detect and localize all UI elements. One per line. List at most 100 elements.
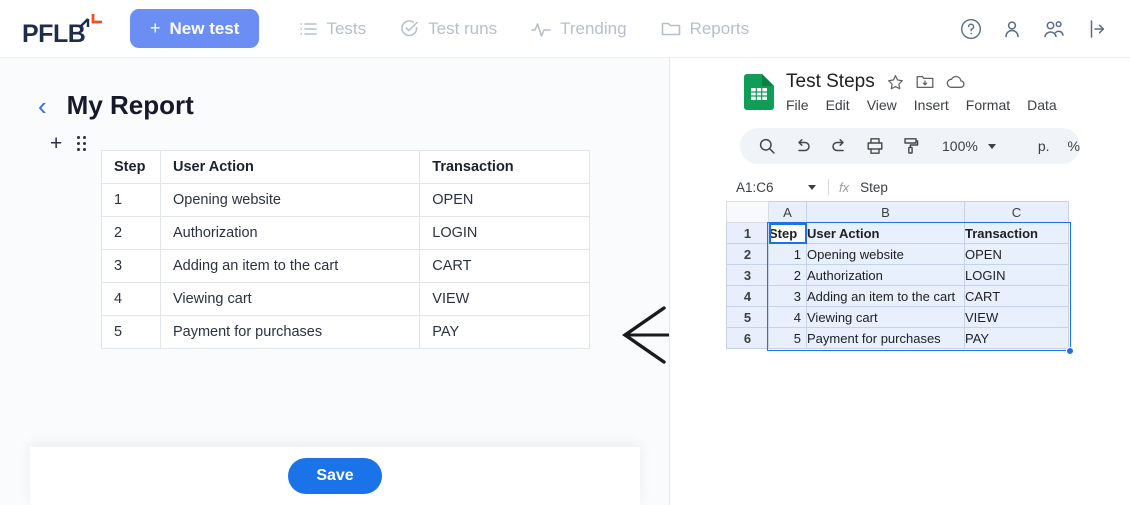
save-button[interactable]: Save [288,458,382,494]
cell-step: 3 [102,250,161,283]
currency-format-button[interactable]: p. [1038,138,1050,154]
nav-item-trending[interactable]: Trending [531,19,626,39]
redo-icon[interactable] [830,137,848,155]
grid-cell-c6[interactable]: PAY [965,328,1069,349]
pulse-icon [531,20,551,38]
percent-format-button[interactable]: % [1068,138,1080,154]
nav-label: Test runs [428,19,497,39]
fx-icon: fx [839,180,849,195]
grid-cell-a6[interactable]: 5 [769,328,807,349]
formula-bar-separator [828,179,829,195]
menu-edit[interactable]: Edit [826,97,850,113]
zoom-level: 100% [942,138,978,154]
grid-cell-a2[interactable]: 1 [769,244,807,265]
folder-icon [661,20,681,38]
grid-column-header-row: A B C [727,202,1069,223]
undo-icon[interactable] [794,137,812,155]
menu-format[interactable]: Format [966,97,1010,113]
grid-row: 4 3 Adding an item to the cart CART [727,286,1069,307]
cell-transaction: VIEW [420,283,590,316]
grid-cell-a5[interactable]: 4 [769,307,807,328]
grid-cell-c3[interactable]: LOGIN [965,265,1069,286]
table-row[interactable]: 5 Payment for purchases PAY [102,316,590,349]
help-icon[interactable] [960,18,982,40]
users-icon[interactable] [1042,18,1066,40]
cell-user-action: Payment for purchases [160,316,419,349]
print-icon[interactable] [866,137,884,155]
report-editor-panel: ‹ My Report + Step User Action Transacti… [0,58,670,505]
spreadsheet-grid: A B C 1 Step User Action Transaction 2 1… [726,201,1130,349]
column-header-transaction: Transaction [420,151,590,184]
sheets-document-title[interactable]: Test Steps [786,71,875,93]
grid-cell-b2[interactable]: Opening website [807,244,965,265]
star-icon[interactable] [887,74,904,91]
name-box-value: A1:C6 [736,180,774,195]
menu-view[interactable]: View [867,97,897,113]
grid-cell-b5[interactable]: Viewing cart [807,307,965,328]
name-box[interactable]: A1:C6 [726,175,824,199]
cell-step: 2 [102,217,161,250]
cell-user-action: Viewing cart [160,283,419,316]
sheets-header: Test Steps [744,68,1130,113]
grid-row: 2 1 Opening website OPEN [727,244,1069,265]
formula-bar-value[interactable]: Step [860,180,888,195]
row-header-5[interactable]: 5 [727,307,769,328]
top-navigation-bar: PFLB + New test Tests [0,0,1130,58]
column-header-user-action: User Action [160,151,419,184]
sheets-toolbar: 100% p. % [740,128,1080,164]
report-header: ‹ My Report [38,90,670,121]
grid-cell-a3[interactable]: 2 [769,265,807,286]
table-row[interactable]: 3 Adding an item to the cart CART [102,250,590,283]
row-header-2[interactable]: 2 [727,244,769,265]
grid-cell-c5[interactable]: VIEW [965,307,1069,328]
row-header-3[interactable]: 3 [727,265,769,286]
grid-cell-c1[interactable]: Transaction [965,223,1069,244]
row-header-1[interactable]: 1 [727,223,769,244]
plus-icon: + [150,18,161,39]
logout-icon[interactable] [1086,19,1106,39]
column-header-a[interactable]: A [769,202,807,223]
grid-cell-a4[interactable]: 3 [769,286,807,307]
zoom-selector[interactable]: 100% [942,138,996,154]
grid-cell-b4[interactable]: Adding an item to the cart [807,286,965,307]
grid-cell-b6[interactable]: Payment for purchases [807,328,965,349]
cloud-saved-icon[interactable] [946,75,966,90]
column-header-c[interactable]: C [965,202,1069,223]
move-to-folder-icon[interactable] [916,74,934,90]
nav-item-reports[interactable]: Reports [661,19,750,39]
user-icon[interactable] [1002,18,1022,40]
menu-data[interactable]: Data [1027,97,1057,113]
cell-transaction: PAY [420,316,590,349]
table-row[interactable]: 1 Opening website OPEN [102,184,590,217]
menu-file[interactable]: File [786,97,809,113]
selection-fill-handle[interactable] [1066,347,1074,355]
row-header-4[interactable]: 4 [727,286,769,307]
row-header-6[interactable]: 6 [727,328,769,349]
pflb-logo[interactable]: PFLB [22,9,114,49]
paint-format-icon[interactable] [902,137,920,155]
cell-transaction: LOGIN [420,217,590,250]
nav-item-test-runs[interactable]: Test runs [400,19,497,39]
table-row[interactable]: 4 Viewing cart VIEW [102,283,590,316]
nav-label: Tests [326,19,366,39]
add-block-icon[interactable]: + [50,133,62,154]
grid-cell-c4[interactable]: CART [965,286,1069,307]
nav-item-tests[interactable]: Tests [299,19,366,39]
grid-cell-c2[interactable]: OPEN [965,244,1069,265]
grid-cell-b1[interactable]: User Action [807,223,965,244]
grid-cell-b3[interactable]: Authorization [807,265,965,286]
drag-handle-icon[interactable] [77,136,86,151]
table-row[interactable]: 2 Authorization LOGIN [102,217,590,250]
menu-insert[interactable]: Insert [914,97,949,113]
chevron-down-icon [808,185,816,190]
search-icon[interactable] [758,137,776,155]
new-test-button[interactable]: + New test [130,9,259,48]
sheets-menu-bar: File Edit View Insert Format Data [786,97,1057,113]
cell-step: 5 [102,316,161,349]
column-header-b[interactable]: B [807,202,965,223]
logo-mark-icon [78,13,104,37]
select-all-corner[interactable] [727,202,769,223]
grid-cell-a1[interactable]: Step [769,223,807,244]
cell-step: 4 [102,283,161,316]
back-chevron-icon[interactable]: ‹ [38,93,47,119]
